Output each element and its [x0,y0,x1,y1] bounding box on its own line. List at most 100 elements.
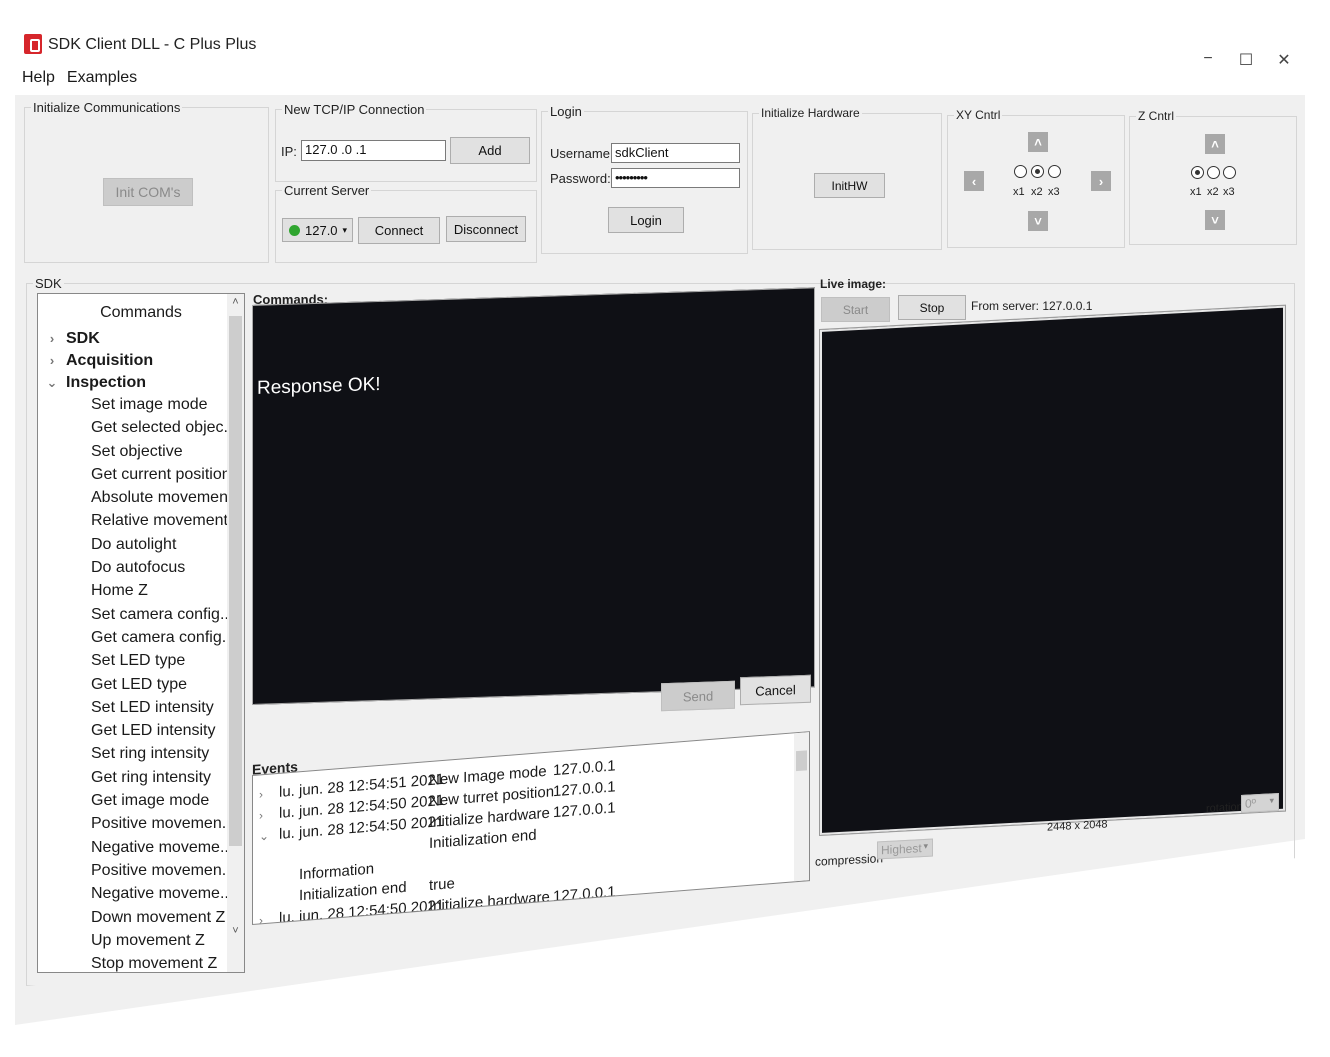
scroll-up-icon[interactable]: ˄ [227,296,244,313]
close-button[interactable]: ✕ [1269,50,1299,70]
tree-item-label: Relative movement [91,512,228,530]
server-select[interactable]: 127.0 ▾ [282,218,353,242]
tree-group-sdk[interactable]: › SDK [38,328,244,350]
z-speed-x3-radio[interactable] [1223,166,1236,179]
z-speed-x1-radio[interactable] [1191,166,1204,179]
live-image-view [819,304,1286,837]
tree-item[interactable]: Positive movemen... [38,813,244,836]
init-hw-button[interactable]: InitHW [814,173,885,198]
tree-item-label: Get LED intensity [91,722,216,740]
tree-scrollbar[interactable]: ˄ ˅ [227,294,244,972]
cancel-button[interactable]: Cancel [740,674,811,706]
connect-button[interactable]: Connect [358,217,440,244]
tree-item[interactable]: Get image mode [38,790,244,813]
username-label: Username: [550,146,614,161]
chevron-right-icon: › [49,353,55,368]
add-button[interactable]: Add [450,137,530,164]
events-scrollbar[interactable] [794,732,809,882]
maximize-button[interactable]: ☐ [1231,50,1261,70]
tree-item[interactable]: Do autolight [38,534,244,557]
tree-item-label: Negative moveme... [91,885,234,903]
event-expand-icon: ⌄ [259,828,270,844]
xy-right-button[interactable]: › [1091,171,1111,191]
current-server-legend: Current Server [284,183,370,198]
username-input[interactable]: sdkClient [611,143,740,163]
tree-item-label: Stop movement Z [91,955,218,973]
tree-item-label: Get selected objec... [91,419,237,437]
tree-item[interactable]: Absolute movement [38,487,244,510]
xy-speed-x2-radio[interactable] [1031,165,1044,178]
commands-console[interactable]: Response OK! [252,287,815,705]
send-button[interactable]: Send [661,680,735,712]
tree-item[interactable]: Negative moveme... [38,837,244,860]
tree-item-label: Get ring intensity [91,768,212,786]
tree-item[interactable]: Set LED intensity [38,697,244,720]
chevron-up-icon: ˄ [1034,134,1042,150]
tree-item[interactable]: Negative moveme... [38,883,244,906]
start-button[interactable]: Start [821,297,890,322]
chevron-down-icon: ˅ [1034,213,1042,229]
event-source: 127.0.0.1 [553,799,616,822]
event-expand-icon: › [259,787,263,802]
tree-item[interactable]: Set ring intensity [38,743,244,766]
tree-item[interactable]: Home Z [38,580,244,603]
menu-examples[interactable]: Examples [67,69,137,87]
stop-button[interactable]: Stop [898,295,966,320]
xy-down-button[interactable]: ˅ [1028,211,1048,231]
tree-item[interactable]: Get LED intensity [38,720,244,743]
xy-up-button[interactable]: ˄ [1028,132,1048,152]
tree-item[interactable]: Get camera config... [38,627,244,650]
tree-item[interactable]: Get ring intensity [38,767,244,790]
compression-select[interactable]: Highest [877,838,933,860]
tree-group-acquisition[interactable]: › Acquisition [38,350,244,372]
disconnect-button[interactable]: Disconnect [446,216,526,242]
tree-item[interactable]: Get current position [38,464,244,487]
z-down-button[interactable]: ˅ [1205,210,1225,230]
tree-item[interactable]: Positive movemen... [38,860,244,883]
tree-item[interactable]: Get LED type [38,674,244,697]
xy-left-button[interactable]: ‹ [964,171,984,191]
tree-item[interactable]: Set image mode [38,394,244,417]
tree-item[interactable]: Set objective [38,441,244,464]
tree-item[interactable]: Set LED type [38,650,244,673]
xy-speed-x1-radio[interactable] [1014,165,1027,178]
minimize-button[interactable]: − [1193,50,1223,68]
server-status-icon [289,224,300,236]
z-up-button[interactable]: ˄ [1205,134,1225,154]
z-speed-x1-label: x1 [1190,186,1202,198]
tree-item[interactable]: Up movement Z [38,930,244,953]
ip-input[interactable]: 127.0 .0 .1 [301,140,446,161]
events-scroll-thumb[interactable] [796,750,807,772]
tree-item[interactable]: Set camera config... [38,604,244,627]
xy-speed-x3-radio[interactable] [1048,165,1061,178]
response-text: Response OK! [257,373,381,399]
tree-item-label: Up movement Z [91,931,205,949]
tree-item[interactable]: Do autofocus [38,557,244,580]
rotation-select[interactable]: 0º [1241,793,1279,813]
tree-group-inspection[interactable]: ⌄ Inspection [38,372,244,394]
tree-item[interactable]: Down movement Z [38,907,244,930]
z-speed-x2-label: x2 [1207,186,1219,198]
tree-item-label: Get LED type [91,675,188,693]
ip-label: IP: [281,144,297,159]
tree-item-label: Set LED intensity [91,698,214,716]
menu-help[interactable]: Help [22,69,55,87]
tree-item[interactable]: Stop movement Z [38,953,244,973]
z-speed-x2-radio[interactable] [1207,166,1220,179]
init-comms-legend: Initialize Communications [33,100,181,115]
tree-item[interactable]: Get selected objec... [38,417,244,440]
tree-item-label: Down movement Z [91,908,226,926]
chevron-down-icon: ˅ [1211,212,1219,228]
init-coms-button[interactable]: Init COM's [103,178,193,206]
tree-item[interactable]: Relative movement [38,510,244,533]
window-title: SDK Client DLL - C Plus Plus [48,36,257,53]
login-button[interactable]: Login [608,207,684,233]
password-label: Password: [550,171,611,186]
tree-item-label: Get image mode [91,792,210,810]
commands-tree[interactable]: Commands › SDK › Acquisition ⌄ Inspection S… [37,293,245,973]
scroll-down-icon[interactable]: ˅ [227,925,244,942]
sdk-legend: SDK [35,276,62,291]
tree-scroll-thumb[interactable] [229,316,242,846]
tree-item-label: Set LED type [91,652,186,670]
password-input[interactable]: ••••••••• [611,168,740,188]
